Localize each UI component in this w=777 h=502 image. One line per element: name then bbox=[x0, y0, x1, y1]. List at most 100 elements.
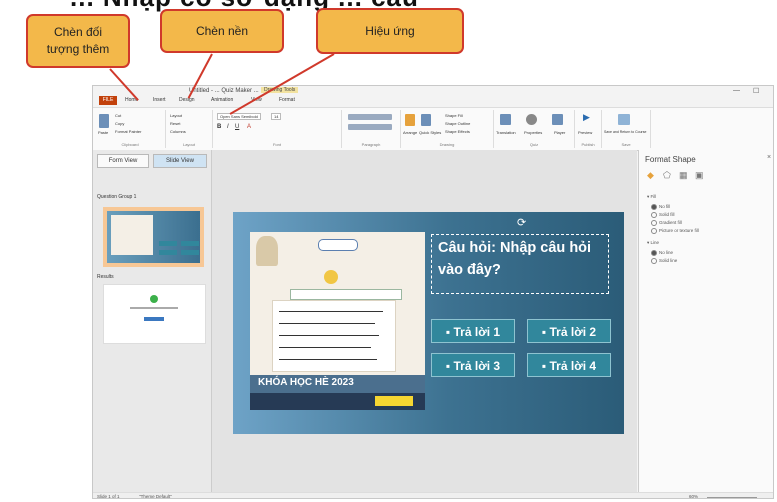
paste-icon[interactable] bbox=[99, 114, 109, 128]
slide-counter: Slide 1 of 1 bbox=[97, 494, 120, 499]
line-option-no-line[interactable]: No line bbox=[651, 250, 673, 256]
zoom-slider[interactable] bbox=[707, 497, 757, 498]
size-icon[interactable]: ▦ bbox=[679, 170, 688, 181]
align-icons[interactable] bbox=[348, 114, 392, 120]
save-return-button[interactable]: Save and Return to Course bbox=[604, 130, 646, 134]
line-option-solid[interactable]: Solid line bbox=[651, 258, 677, 264]
fill-line-icon[interactable]: ◆ bbox=[647, 170, 654, 181]
group-layout: Layout Reset Columns Layout bbox=[166, 110, 213, 148]
results-header[interactable]: Results bbox=[97, 274, 114, 280]
result-button bbox=[144, 317, 164, 321]
group-publish: ▶ Preview Publish bbox=[575, 110, 602, 148]
results-thumbnail[interactable] bbox=[103, 284, 206, 344]
tab-animation[interactable]: Animation bbox=[211, 97, 233, 103]
poster-banner-text: KHÓA HỌC HÈ 2023 bbox=[258, 377, 354, 388]
underline-button[interactable]: U bbox=[235, 124, 239, 130]
answer-2[interactable]: ▪ Trả lời 2 bbox=[527, 319, 611, 343]
player-button[interactable]: Player bbox=[554, 130, 565, 135]
option-label: Solid fill bbox=[659, 212, 675, 218]
properties-button[interactable]: Properties bbox=[524, 130, 542, 135]
group-label: Layout bbox=[182, 142, 195, 147]
lamp-icon bbox=[256, 236, 278, 266]
shape-outline-button[interactable]: Shape Outline bbox=[445, 121, 470, 126]
theme-name: "Theme Default" bbox=[139, 494, 172, 499]
fill-option-gradient[interactable]: Gradient fill bbox=[651, 220, 682, 226]
columns-button[interactable]: Columns bbox=[170, 129, 186, 134]
zoom-level: 60% bbox=[689, 494, 699, 499]
bold-button[interactable]: B bbox=[217, 124, 221, 130]
font-family-select[interactable]: Open Sans Semibold bbox=[217, 113, 261, 120]
layout-button[interactable]: Layout bbox=[170, 113, 182, 118]
group-label: Clipboard bbox=[121, 142, 139, 147]
copy-button[interactable]: Copy bbox=[115, 121, 124, 126]
save-return-icon[interactable] bbox=[618, 114, 630, 125]
thumbnail-content bbox=[107, 211, 200, 263]
answer-label: Trả lời 2 bbox=[549, 325, 597, 339]
arrange-button[interactable]: Arrange bbox=[403, 130, 417, 135]
line-section-header[interactable]: ▾ Line bbox=[647, 240, 659, 246]
radio-icon bbox=[651, 220, 657, 226]
window-title: Untitled - ... Quiz Maker ... bbox=[189, 88, 259, 94]
translation-button[interactable]: Translation bbox=[496, 130, 516, 135]
effects-icon[interactable]: ⬠ bbox=[663, 170, 671, 181]
reset-button[interactable]: Reset bbox=[170, 121, 180, 126]
list-icons[interactable] bbox=[348, 124, 392, 130]
answer-1[interactable]: ▪ Trả lời 1 bbox=[431, 319, 515, 343]
radio-icon bbox=[651, 228, 657, 234]
picture-icon[interactable]: ▣ bbox=[695, 170, 704, 181]
fill-section-header[interactable]: ▾ Fill bbox=[647, 194, 656, 200]
fill-option-no-fill[interactable]: No fill bbox=[651, 204, 670, 210]
poster-image[interactable]: KHÓA HỌC HÈ 2023 bbox=[250, 232, 425, 410]
shape-fill-button[interactable]: Shape Fill bbox=[445, 113, 463, 118]
slide[interactable]: KHÓA HỌC HÈ 2023 ⟳ Câu hỏi: Nhập câu hỏi… bbox=[233, 212, 624, 434]
tab-insert[interactable]: Insert bbox=[153, 97, 166, 103]
result-text-line bbox=[130, 307, 178, 309]
answer-3[interactable]: ▪ Trả lời 3 bbox=[431, 353, 515, 377]
form-view-button[interactable]: Form View bbox=[97, 154, 149, 168]
translation-icon[interactable] bbox=[500, 114, 511, 125]
cut-button[interactable]: Cut bbox=[115, 113, 121, 118]
thumbnail-poster bbox=[111, 215, 153, 255]
question-textbox[interactable]: Câu hỏi: Nhập câu hỏi vào đây? bbox=[431, 234, 609, 294]
quick-styles-button[interactable]: Quick Styles bbox=[419, 130, 441, 135]
thumbnail-answer bbox=[159, 241, 177, 246]
answer-4[interactable]: ▪ Trả lời 4 bbox=[527, 353, 611, 377]
quick-styles-icon[interactable] bbox=[421, 114, 431, 126]
font-color-button[interactable]: A bbox=[247, 124, 251, 130]
poster-cta bbox=[375, 396, 413, 406]
paste-button[interactable]: Paste bbox=[98, 130, 108, 135]
slide-thumbnail-1[interactable] bbox=[103, 207, 204, 267]
shape-effects-button[interactable]: Shape Effects bbox=[445, 129, 470, 134]
preview-button[interactable]: Preview bbox=[578, 130, 592, 135]
tab-design[interactable]: Design bbox=[179, 97, 195, 103]
group-font: Open Sans Semibold 14 B I U A Font bbox=[213, 110, 342, 148]
player-icon[interactable] bbox=[552, 114, 563, 125]
thumbnail-answer bbox=[181, 250, 199, 255]
group-label: Save bbox=[621, 142, 631, 147]
question-group-header[interactable]: Question Group 1 bbox=[97, 194, 136, 200]
minimize-icon[interactable]: — bbox=[733, 87, 740, 94]
fill-option-solid[interactable]: Solid fill bbox=[651, 212, 675, 218]
fill-option-picture[interactable]: Picture or texture fill bbox=[651, 228, 699, 234]
tab-format[interactable]: Format bbox=[279, 97, 295, 103]
group-label: Drawing bbox=[439, 142, 455, 147]
slide-view-button[interactable]: Slide View bbox=[153, 154, 207, 168]
preview-icon[interactable]: ▶ bbox=[583, 112, 590, 123]
option-label: No line bbox=[659, 250, 674, 256]
format-painter-button[interactable]: Format Painter bbox=[115, 129, 141, 134]
font-size-select[interactable]: 14 bbox=[271, 113, 282, 120]
arrange-icon[interactable] bbox=[405, 114, 415, 126]
group-quiz: Translation Properties Player Quiz bbox=[494, 110, 575, 148]
tab-file[interactable]: FILE bbox=[99, 96, 117, 105]
check-icon bbox=[150, 295, 158, 303]
group-save: Save and Return to Course Save bbox=[602, 110, 651, 148]
poster-card bbox=[272, 300, 396, 372]
properties-icon[interactable] bbox=[526, 114, 537, 125]
maximize-icon[interactable]: ☐ bbox=[753, 87, 759, 95]
italic-button[interactable]: I bbox=[227, 124, 229, 130]
close-icon[interactable]: × bbox=[767, 154, 771, 161]
rotate-handle-icon[interactable]: ⟳ bbox=[517, 216, 526, 229]
line-header-label: Line bbox=[650, 240, 660, 245]
radio-icon bbox=[651, 258, 657, 264]
mascot-icon bbox=[324, 270, 338, 284]
